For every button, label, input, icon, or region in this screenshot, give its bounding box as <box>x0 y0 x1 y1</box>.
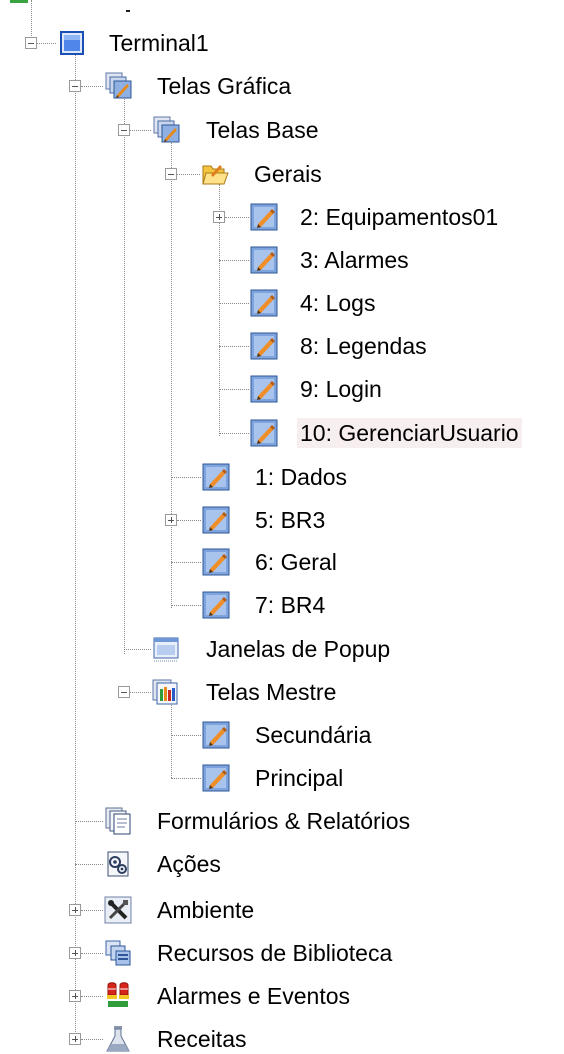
tree-line <box>129 692 151 693</box>
tree-line <box>124 649 151 650</box>
expand-toggle[interactable] <box>69 990 81 1002</box>
tree-line <box>129 130 151 131</box>
screen-icon <box>249 245 279 275</box>
tools-icon <box>103 895 133 925</box>
tree-node-gerais[interactable]: Gerais <box>251 159 325 189</box>
tree-node-screen[interactable]: 9: Login <box>297 374 385 404</box>
expand-toggle[interactable] <box>213 211 225 223</box>
tree-line <box>81 996 103 997</box>
tree-line <box>75 821 103 822</box>
actions-icon <box>103 849 133 879</box>
expand-toggle[interactable] <box>165 514 177 526</box>
tree-node-screen[interactable]: 4: Logs <box>297 288 378 318</box>
project-tree: Terminal1 Telas Gráfica Telas Base Gerai… <box>0 0 564 1052</box>
screen-icon <box>201 720 231 750</box>
tree-node-acoes[interactable]: Ações <box>154 849 224 879</box>
tree-line <box>171 140 172 608</box>
collapse-toggle[interactable] <box>69 80 81 92</box>
tree-line <box>36 43 56 44</box>
tree-node-formularios[interactable]: Formulários & Relatórios <box>154 806 413 836</box>
screen-icon <box>201 547 231 577</box>
expand-toggle[interactable] <box>69 947 81 959</box>
tree-node-telas-base[interactable]: Telas Base <box>203 115 322 145</box>
terminal-icon <box>57 28 87 58</box>
forms-reports-icon <box>103 806 133 836</box>
expand-toggle[interactable] <box>69 1033 81 1045</box>
collapse-toggle[interactable] <box>25 37 37 49</box>
tree-line <box>219 433 249 434</box>
tree-node-screen[interactable]: 1: Dados <box>252 462 350 492</box>
tree-line <box>124 94 125 654</box>
tree-line <box>177 520 201 521</box>
open-folder-icon <box>200 159 230 189</box>
screen-icon <box>249 202 279 232</box>
collapse-toggle[interactable] <box>165 168 177 180</box>
tree-line <box>171 477 201 478</box>
popup-window-icon <box>151 634 181 664</box>
tree-line <box>171 778 201 779</box>
tree-node-screen[interactable]: 6: Geral <box>252 547 340 577</box>
tree-line <box>225 217 249 218</box>
tree-line <box>81 953 103 954</box>
tree-top-marker <box>10 0 28 3</box>
tree-node-alarmes-eventos[interactable]: Alarmes e Eventos <box>154 981 353 1011</box>
tree-line <box>171 605 201 606</box>
screens-group-icon <box>103 71 133 101</box>
tree-node-screen[interactable]: 2: Equipamentos01 <box>297 202 501 232</box>
tree-node-screen[interactable]: 7: BR4 <box>252 590 328 620</box>
screen-icon <box>201 763 231 793</box>
tree-top-dash <box>126 10 130 12</box>
tree-line <box>31 0 32 36</box>
master-screens-icon <box>151 677 181 707</box>
tree-node-telas-grafica[interactable]: Telas Gráfica <box>154 71 294 101</box>
screen-icon <box>201 462 231 492</box>
tree-line <box>81 910 103 911</box>
tree-line <box>219 389 249 390</box>
screens-group-icon <box>151 115 181 145</box>
library-resources-icon <box>103 938 133 968</box>
expand-toggle[interactable] <box>69 904 81 916</box>
tree-node-screen[interactable]: Secundária <box>252 720 374 750</box>
screen-icon <box>249 418 279 448</box>
tree-node-telas-mestre[interactable]: Telas Mestre <box>203 677 339 707</box>
tree-node-screen-selected[interactable]: 10: GerenciarUsuario <box>297 418 522 448</box>
tree-node-terminal1[interactable]: Terminal1 <box>106 28 212 58</box>
tree-node-receitas[interactable]: Receitas <box>154 1024 249 1054</box>
screen-icon <box>201 590 231 620</box>
tree-node-recursos[interactable]: Recursos de Biblioteca <box>154 938 395 968</box>
tree-line <box>219 303 249 304</box>
screen-icon <box>249 331 279 361</box>
tree-line <box>219 260 249 261</box>
screen-icon <box>201 505 231 535</box>
tree-node-screen[interactable]: 3: Alarmes <box>297 245 412 275</box>
screen-icon <box>249 288 279 318</box>
tree-line <box>81 86 103 87</box>
tree-node-ambiente[interactable]: Ambiente <box>154 895 257 925</box>
tree-line <box>176 174 200 175</box>
tree-node-janelas-popup[interactable]: Janelas de Popup <box>203 634 393 664</box>
tree-line <box>171 562 201 563</box>
tree-node-screen[interactable]: Principal <box>252 763 346 793</box>
alarm-icon <box>103 981 133 1011</box>
tree-line <box>75 50 76 1042</box>
tree-line <box>171 735 201 736</box>
tree-node-screen[interactable]: 5: BR3 <box>252 505 328 535</box>
recipe-flask-icon <box>103 1024 133 1054</box>
tree-line <box>219 346 249 347</box>
tree-line <box>75 864 103 865</box>
collapse-toggle[interactable] <box>118 686 130 698</box>
tree-line <box>171 702 172 778</box>
tree-node-screen[interactable]: 8: Legendas <box>297 331 430 361</box>
tree-line <box>81 1039 103 1040</box>
collapse-toggle[interactable] <box>118 124 130 136</box>
screen-icon <box>249 374 279 404</box>
